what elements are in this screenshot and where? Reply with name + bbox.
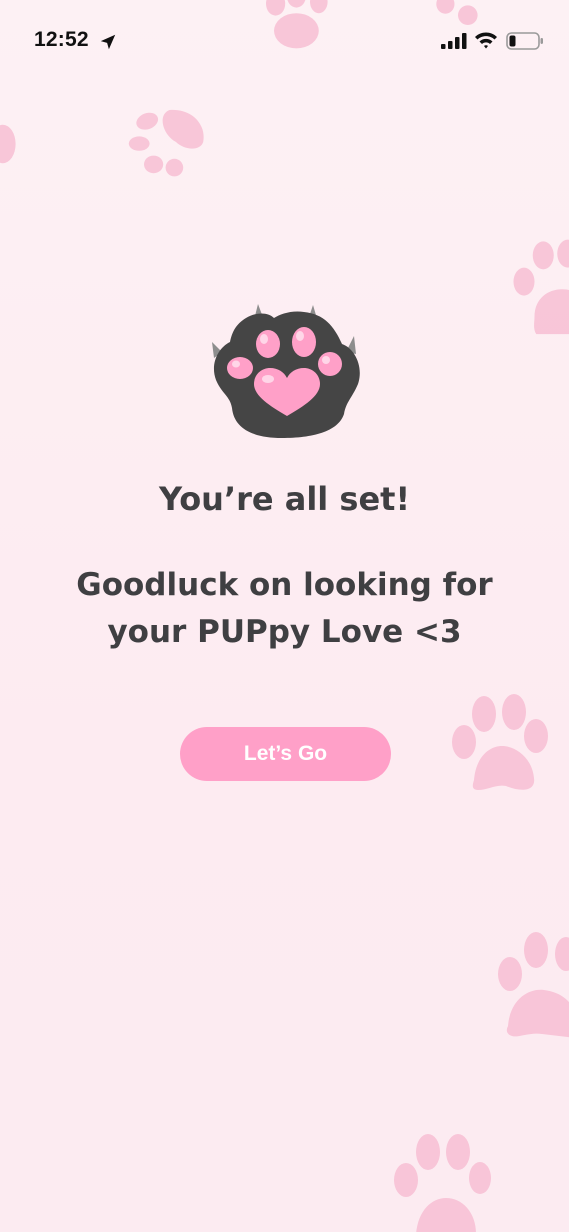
background-paw-icon [0, 124, 16, 164]
cellular-signal-icon [441, 33, 467, 49]
lets-go-button[interactable]: Let’s Go [180, 727, 391, 781]
location-arrow-icon [100, 34, 116, 50]
background-paw-icon [513, 239, 569, 335]
status-bar: 12:52 [0, 0, 569, 84]
welcome-message: Goodluck on looking for your PUPpy Love … [76, 567, 493, 650]
paw-heart-icon [212, 304, 360, 438]
background-paw-icon [498, 932, 569, 1038]
background-paw-icon [128, 109, 204, 177]
background-paw-icon [452, 694, 548, 790]
status-time: 12:52 [34, 28, 89, 51]
battery-icon [506, 32, 543, 50]
page-title: You’re all set! [158, 480, 411, 518]
wifi-icon [475, 32, 497, 49]
background-paw-icon [394, 1134, 491, 1232]
